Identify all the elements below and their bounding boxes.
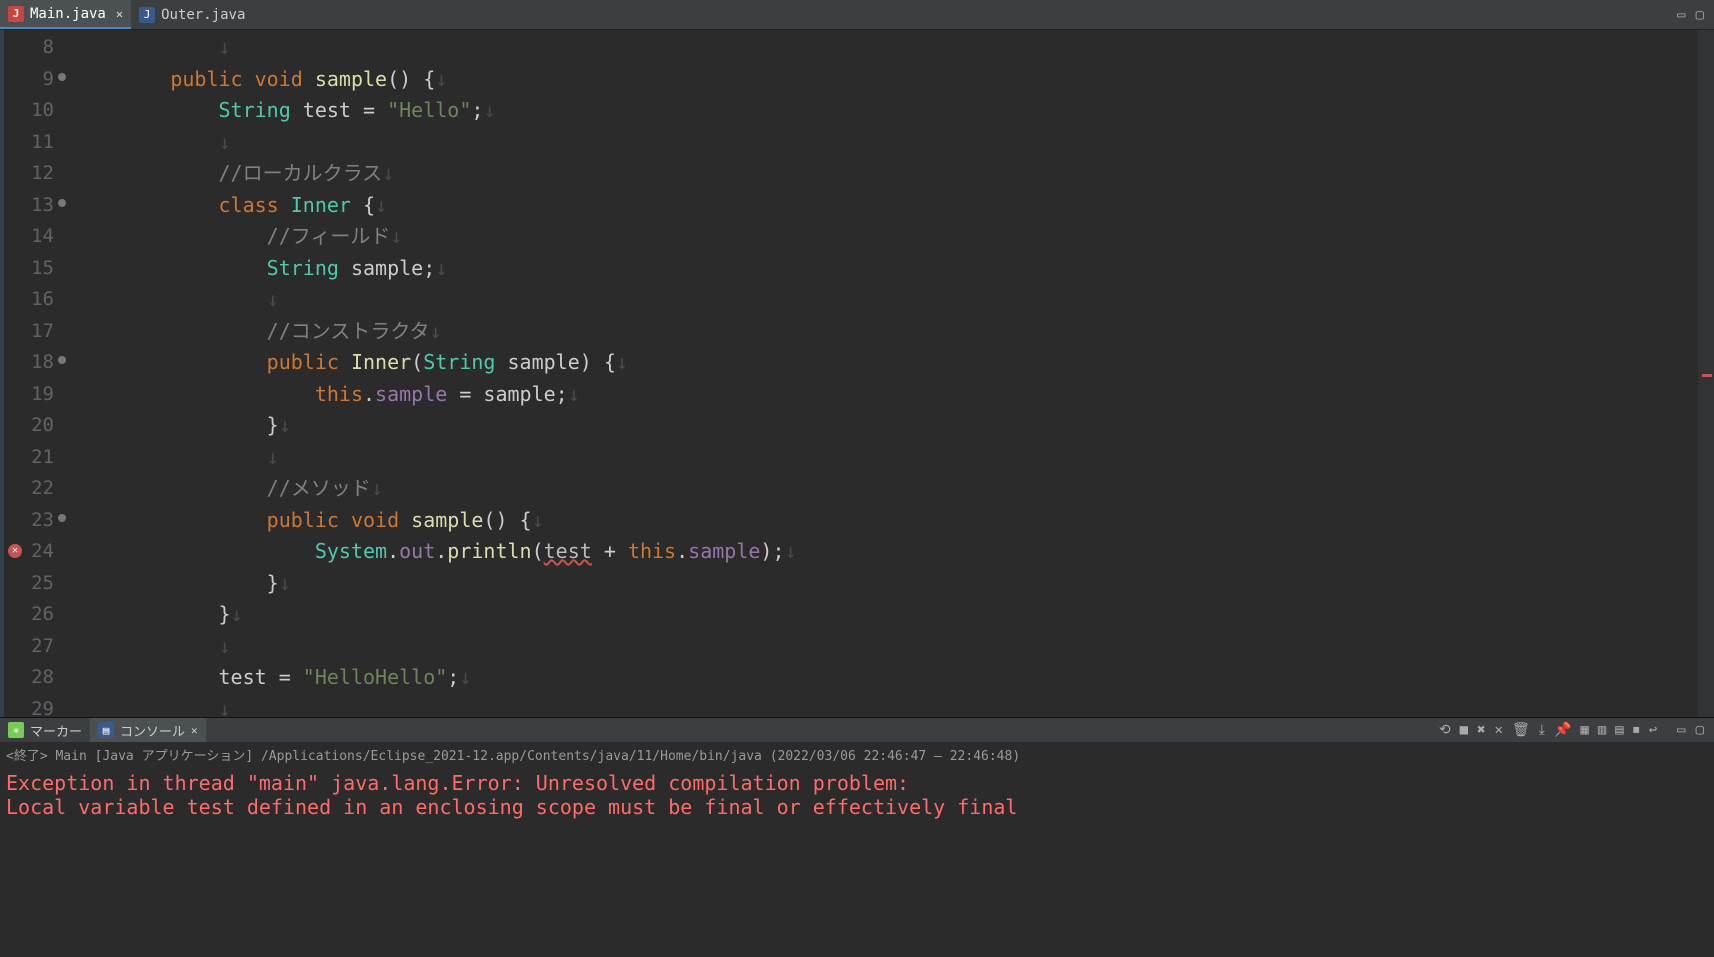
tab-markers[interactable]: ✶ マーカー [0, 718, 90, 742]
code-line[interactable]: //コンストラクタ↓ [74, 316, 1714, 348]
link-icon[interactable]: ⟲ [1439, 722, 1451, 738]
java-error-icon: J [8, 6, 24, 22]
code-line[interactable]: public Inner(String sample) {↓ [74, 347, 1714, 379]
code-editor[interactable]: 89101112131415161718192021222324✕2526272… [0, 30, 1714, 717]
clear-console-icon[interactable]: 🗑 [1512, 722, 1530, 738]
tab-label: Outer.java [161, 7, 245, 23]
code-line[interactable]: class Inner {↓ [74, 190, 1714, 222]
tab-label: マーカー [30, 721, 82, 740]
code-line[interactable]: }↓ [74, 568, 1714, 600]
line-number: 21 [16, 442, 64, 474]
line-number: 26 [16, 599, 64, 631]
tab-label: コンソール [120, 721, 185, 740]
display-selected-icon[interactable]: ▦ [1580, 722, 1588, 738]
code-line[interactable]: }↓ [74, 410, 1714, 442]
console-line: Local variable test defined in an enclos… [6, 795, 1708, 819]
line-number: 19 [16, 379, 64, 411]
editor-tab-bar: J Main.java ✕ J Outer.java ▭ ▢ [0, 0, 1714, 30]
close-icon[interactable]: ✕ [116, 7, 123, 21]
line-number: 16 [16, 284, 64, 316]
code-line[interactable]: }↓ [74, 599, 1714, 631]
console-icon: ▤ [98, 722, 114, 738]
line-number: 28 [16, 662, 64, 694]
line-number: 23 [16, 505, 64, 537]
java-file-icon: J [139, 7, 155, 23]
line-number: 14 [16, 221, 64, 253]
code-line[interactable]: String test = "Hello";↓ [74, 95, 1714, 127]
line-number: 27 [16, 631, 64, 663]
code-line[interactable]: ↓ [74, 284, 1714, 316]
remove-all-icon[interactable]: ✖ [1477, 722, 1485, 738]
code-line[interactable]: //メソッド↓ [74, 473, 1714, 505]
code-line[interactable]: System.out.println(test + this.sample);↓ [74, 536, 1714, 568]
annotation-marker [58, 199, 66, 207]
line-number: 25 [16, 568, 64, 600]
code-line[interactable]: public void sample() {↓ [74, 505, 1714, 537]
annotation-marker [58, 356, 66, 364]
minimize-icon[interactable]: ▭ [1677, 722, 1685, 738]
line-number: 13 [16, 190, 64, 222]
line-number: 8 [16, 32, 64, 64]
overview-ruler[interactable] [1698, 30, 1714, 717]
bottom-panel: ✶ マーカー ▤ コンソール ✕ ⟲ ■ ✖ ✕ 🗑 ⤓ 📌 ▦ ▥ ▤ ⏹ ↩ ▭ ▢ <終了> M… [0, 717, 1714, 957]
new-console-icon[interactable]: ▤ [1615, 722, 1623, 738]
line-number: 17 [16, 316, 64, 348]
code-line[interactable]: public void sample() {↓ [74, 64, 1714, 96]
line-number: 29 [16, 694, 64, 718]
code-line[interactable]: //フィールド↓ [74, 221, 1714, 253]
error-marker[interactable]: ✕ [8, 544, 22, 558]
code-line[interactable]: this.sample = sample;↓ [74, 379, 1714, 411]
code-line[interactable]: test = "HelloHello";↓ [74, 662, 1714, 694]
annotation-marker [58, 73, 66, 81]
line-number: 15 [16, 253, 64, 285]
code-area[interactable]: ↓ public void sample() {↓ String test = … [64, 30, 1714, 717]
minimize-icon[interactable]: ▭ [1677, 7, 1685, 23]
line-number: 20 [16, 410, 64, 442]
line-number: 9 [16, 64, 64, 96]
console-output[interactable]: Exception in thread "main" java.lang.Err… [0, 767, 1714, 957]
line-number: 22 [16, 473, 64, 505]
terminate-icon[interactable]: ⏹ [1633, 722, 1640, 738]
code-line[interactable]: ↓ [74, 32, 1714, 64]
line-number-gutter: 89101112131415161718192021222324✕2526272… [16, 30, 64, 717]
markers-icon: ✶ [8, 722, 24, 738]
line-number: 24✕ [16, 536, 64, 568]
open-console-icon[interactable]: ▥ [1598, 722, 1606, 738]
console-toolbar: ⟲ ■ ✖ ✕ 🗑 ⤓ 📌 ▦ ▥ ▤ ⏹ ↩ [1439, 722, 1667, 738]
code-line[interactable]: ↓ [74, 631, 1714, 663]
annotation-ruler [4, 30, 16, 717]
annotation-marker [58, 514, 66, 522]
overview-error-marker[interactable] [1702, 374, 1712, 377]
tab-main-java[interactable]: J Main.java ✕ [0, 0, 131, 29]
bottom-tab-bar: ✶ マーカー ▤ コンソール ✕ ⟲ ■ ✖ ✕ 🗑 ⤓ 📌 ▦ ▥ ▤ ⏹ ↩ ▭ ▢ [0, 718, 1714, 742]
maximize-icon[interactable]: ▢ [1696, 722, 1704, 738]
close-icon[interactable]: ✕ [191, 724, 198, 737]
console-line: Exception in thread "main" java.lang.Err… [6, 771, 1708, 795]
wrap-icon[interactable]: ↩ [1649, 722, 1657, 738]
scroll-lock-icon[interactable]: ⤓ [1539, 722, 1545, 738]
line-number: 10 [16, 95, 64, 127]
remove-icon[interactable]: ✕ [1495, 722, 1503, 738]
code-line[interactable]: ↓ [74, 442, 1714, 474]
maximize-icon[interactable]: ▢ [1696, 7, 1704, 23]
tab-console[interactable]: ▤ コンソール ✕ [90, 718, 206, 742]
code-line[interactable]: //ローカルクラス↓ [74, 158, 1714, 190]
tab-label: Main.java [30, 6, 106, 22]
console-launch-info: <終了> Main [Java アプリケーション] /Applications/… [0, 742, 1714, 767]
code-line[interactable]: ↓ [74, 127, 1714, 159]
line-number: 18 [16, 347, 64, 379]
code-line[interactable]: String sample;↓ [74, 253, 1714, 285]
stop-icon[interactable]: ■ [1460, 722, 1468, 738]
line-number: 12 [16, 158, 64, 190]
tab-outer-java[interactable]: J Outer.java [131, 0, 253, 29]
line-number: 11 [16, 127, 64, 159]
code-line[interactable]: ↓ [74, 694, 1714, 718]
pin-icon[interactable]: 📌 [1554, 722, 1571, 738]
